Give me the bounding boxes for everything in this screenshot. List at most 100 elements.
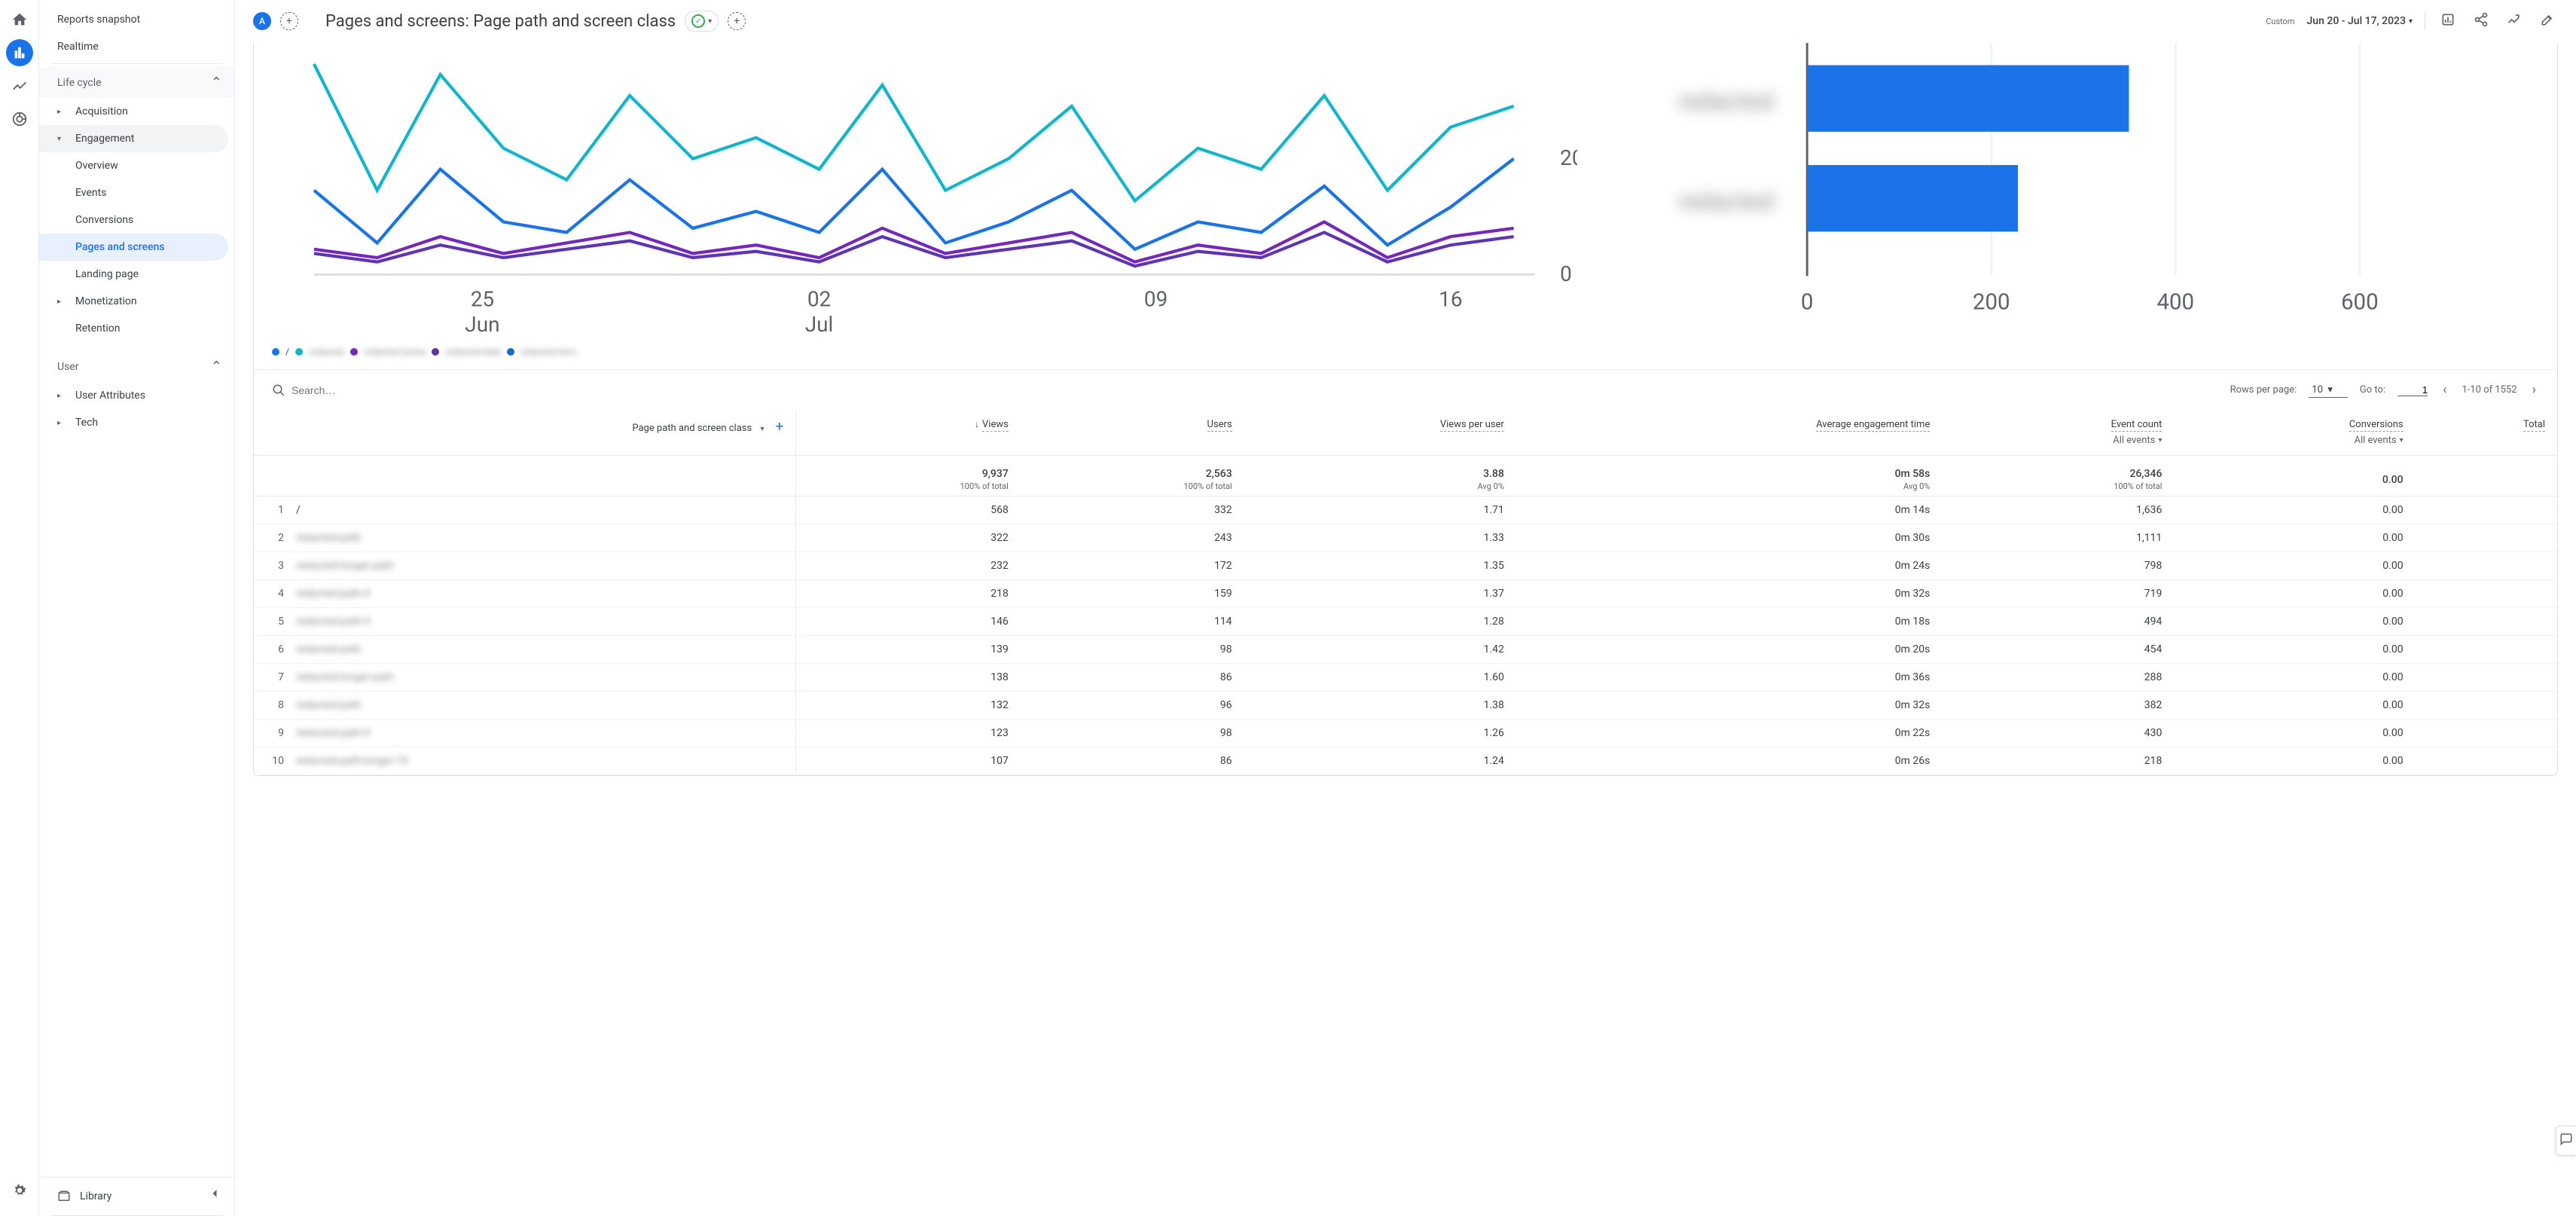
event-count-filter[interactable]: All events▾ [1954, 435, 2162, 446]
caret-right-icon: ▸ [57, 419, 68, 427]
nav-acquisition[interactable]: ▸Acquisition [39, 98, 234, 125]
bar-chart-svg: redacted redacted 0 200 400 600 [1607, 43, 2540, 354]
status-pill[interactable]: ✓ ▾ [685, 11, 719, 32]
col-event-count[interactable]: Event count All events▾ [1942, 410, 2174, 456]
nav-conversions[interactable]: Conversions [39, 206, 234, 234]
goto-label: Go to: [2360, 384, 2385, 396]
dimension-header[interactable]: Page path and screen class ▾ + [254, 410, 795, 456]
data-table: Page path and screen class ▾ + ↓Views Us… [254, 410, 2557, 775]
table-row[interactable]: 3redacted-longer-path 232 172 1.35 0m 24… [254, 552, 2557, 580]
svg-text:redacted: redacted [1678, 87, 1774, 115]
svg-text:0: 0 [1560, 261, 1572, 286]
caret-right-icon: ▸ [57, 298, 68, 306]
caret-down-icon: ▾ [57, 135, 68, 143]
insights-icon[interactable] [2504, 9, 2525, 33]
col-users[interactable]: Users [1021, 410, 1244, 456]
goto-input[interactable] [2397, 384, 2428, 396]
svg-text:400: 400 [2156, 290, 2194, 316]
date-range-picker[interactable]: Jun 20 - Jul 17, 2023 ▾ [2307, 15, 2413, 27]
caret-down-icon: ▾ [760, 425, 764, 433]
svg-text:16: 16 [1439, 286, 1462, 311]
svg-text:600: 600 [2341, 290, 2379, 316]
nav-landing-page[interactable]: Landing page [39, 261, 234, 288]
svg-text:20: 20 [1560, 145, 1576, 170]
page-range-text: 1-10 of 1552 [2462, 384, 2516, 396]
nav-pages-screens[interactable]: Pages and screens [39, 234, 228, 261]
svg-text:25: 25 [471, 286, 494, 311]
reports-icon[interactable] [6, 39, 33, 66]
table-controls: Rows per page: 10 ▾ Go to: ‹ 1-10 of 155… [254, 369, 2557, 410]
check-icon: ✓ [691, 14, 705, 28]
nav-reports-snapshot[interactable]: Reports snapshot [39, 6, 234, 33]
settings-icon[interactable] [6, 1177, 33, 1204]
library-icon [57, 1190, 71, 1203]
next-page-button[interactable]: › [2529, 379, 2539, 401]
icon-rail [0, 0, 39, 1216]
nav-realtime[interactable]: Realtime [39, 33, 234, 60]
nav-retention[interactable]: Retention [39, 315, 234, 342]
svg-text:02: 02 [807, 286, 831, 311]
table-row[interactable]: 9redacted-path-9 123 98 1.26 0m 22s 430 … [254, 720, 2557, 747]
caret-down-icon: ▾ [708, 17, 712, 26]
nav-tech[interactable]: ▸Tech [39, 409, 234, 436]
home-icon[interactable] [6, 6, 33, 33]
share-icon[interactable] [2471, 9, 2492, 33]
report-card: 20 0 25 Jun 02 Jul 09 16 [253, 43, 2558, 776]
col-avg-engagement[interactable]: Average engagement time [1516, 410, 1942, 456]
segment-avatar[interactable]: A [253, 12, 271, 30]
table-row[interactable]: 10redacted-path-longer-10 107 86 1.24 0m… [254, 747, 2557, 775]
col-views[interactable]: ↓Views [795, 410, 1020, 456]
add-dimension-button[interactable]: + [776, 419, 783, 435]
caret-down-icon: ▾ [2409, 17, 2413, 26]
svg-text:Jun: Jun [465, 312, 499, 337]
nav-section-life-cycle[interactable]: Life cycle ⌃ [39, 67, 234, 98]
col-total[interactable]: Total [2416, 410, 2557, 456]
advertising-icon[interactable] [6, 105, 33, 133]
search-input[interactable] [291, 384, 442, 396]
conversions-filter[interactable]: All events▾ [2186, 435, 2403, 446]
col-views-per-user[interactable]: Views per user [1244, 410, 1516, 456]
chevron-up-icon: ⌃ [211, 359, 222, 374]
table-row[interactable]: 2redacted-path 322 243 1.33 0m 30s 1,111… [254, 524, 2557, 552]
table-row[interactable]: 6redacted-path 139 98 1.42 0m 20s 454 0.… [254, 636, 2557, 664]
nav-section-user[interactable]: User ⌃ [39, 351, 234, 382]
caret-right-icon: ▸ [57, 392, 68, 400]
nav-events[interactable]: Events [39, 179, 234, 206]
edit-icon[interactable] [2537, 9, 2558, 33]
customize-report-icon[interactable] [2437, 9, 2458, 33]
chevron-left-icon [207, 1186, 222, 1201]
main-content: A + Pages and screens: Page path and scr… [235, 0, 2576, 1216]
sort-desc-icon: ↓ [975, 419, 979, 429]
collapse-sidebar-button[interactable] [207, 1186, 222, 1204]
rows-per-page-select[interactable]: 10 ▾ [2309, 383, 2348, 398]
nav-user-attributes[interactable]: ▸User Attributes [39, 382, 234, 409]
prev-page-button[interactable]: ‹ [2440, 379, 2449, 401]
svg-text:0: 0 [1800, 290, 1813, 316]
caret-down-icon: ▾ [2400, 436, 2404, 445]
line-chart: 20 0 25 Jun 02 Jul 09 16 [272, 43, 1577, 357]
svg-text:09: 09 [1144, 286, 1167, 311]
add-comparison-button[interactable]: + [280, 12, 298, 30]
table-row[interactable]: 8redacted-path 132 96 1.38 0m 32s 382 0.… [254, 692, 2557, 720]
table-row[interactable]: 4redacted-path-4 218 159 1.37 0m 32s 719… [254, 580, 2557, 608]
bar-chart: redacted redacted 0 200 400 600 [1607, 43, 2540, 357]
col-conversions[interactable]: Conversions All events▾ [2174, 410, 2415, 456]
nav-engagement[interactable]: ▾Engagement [39, 125, 228, 152]
rows-per-page-label: Rows per page: [2230, 384, 2297, 396]
totals-row: 9,937100% of total 2,563100% of total 3.… [254, 456, 2557, 496]
nav-library[interactable]: Library [39, 1177, 234, 1215]
sidebar: Reports snapshot Realtime Life cycle ⌃ ▸… [39, 0, 235, 1216]
feedback-button[interactable] [2556, 1126, 2576, 1156]
explore-icon[interactable] [6, 72, 33, 99]
table-row[interactable]: 5redacted-path-5 146 114 1.28 0m 18s 494… [254, 608, 2557, 636]
line-chart-svg: 20 0 25 Jun 02 Jul 09 16 [272, 43, 1577, 338]
page-header: A + Pages and screens: Page path and scr… [235, 0, 2576, 43]
chart-legend: / redacted redacted-series redacted-data… [272, 347, 1577, 357]
add-filter-button[interactable]: + [728, 12, 746, 30]
nav-overview[interactable]: Overview [39, 152, 234, 179]
table-row[interactable]: 1/ 568 332 1.71 0m 14s 1,636 0.00 [254, 496, 2557, 524]
nav-monetization[interactable]: ▸Monetization [39, 288, 234, 315]
chevron-up-icon: ⌃ [211, 75, 222, 90]
table-row[interactable]: 7redacted-longer-path 138 86 1.60 0m 36s… [254, 664, 2557, 692]
search-icon [272, 383, 285, 397]
